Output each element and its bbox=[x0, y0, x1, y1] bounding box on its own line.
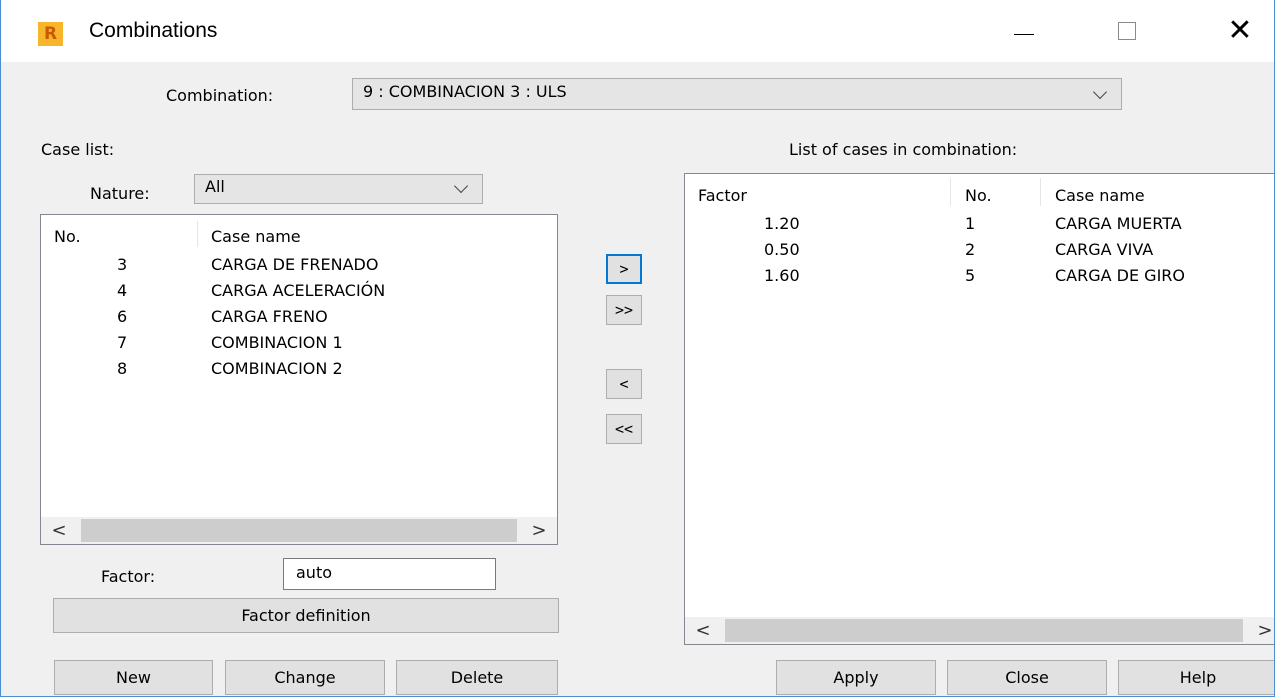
scroll-right-arrow[interactable]: > bbox=[1247, 617, 1274, 644]
chevron-down-icon bbox=[453, 178, 469, 194]
column-divider[interactable] bbox=[950, 178, 951, 206]
window-title: Combinations bbox=[89, 19, 218, 42]
case-list[interactable]: No. Case name 3 CARGA DE FRENADO 4 CARGA… bbox=[40, 214, 558, 545]
scroll-right-arrow[interactable]: > bbox=[521, 517, 557, 544]
apply-button[interactable]: Apply bbox=[776, 660, 936, 695]
close-window-button[interactable]: ✕ bbox=[1217, 10, 1263, 52]
column-header-case-name[interactable]: Case name bbox=[211, 227, 301, 246]
nature-dropdown[interactable]: All bbox=[194, 174, 483, 204]
combination-dropdown[interactable]: 9 : COMBINACION 3 : ULS bbox=[352, 78, 1122, 110]
maximize-button[interactable] bbox=[1104, 10, 1150, 52]
table-row-no[interactable]: 6 bbox=[117, 307, 127, 326]
combination-cases-title: List of cases in combination: bbox=[789, 140, 1018, 159]
help-button[interactable]: Help bbox=[1118, 660, 1274, 695]
table-row-no[interactable]: 4 bbox=[117, 281, 127, 300]
table-row-name[interactable]: CARGA DE GIRO bbox=[1055, 266, 1185, 285]
nature-selected-value: All bbox=[205, 177, 225, 196]
scroll-left-arrow[interactable]: < bbox=[685, 617, 721, 644]
column-header-factor[interactable]: Factor bbox=[698, 186, 747, 205]
table-row-name[interactable]: COMBINACION 2 bbox=[211, 359, 343, 378]
factor-input[interactable]: auto bbox=[283, 558, 496, 590]
close-icon: ✕ bbox=[1227, 13, 1253, 48]
case-list-title: Case list: bbox=[41, 140, 115, 159]
nature-label: Nature: bbox=[90, 184, 150, 203]
chevron-down-icon bbox=[1092, 84, 1108, 100]
factor-label: Factor: bbox=[101, 567, 156, 586]
table-row-name[interactable]: CARGA MUERTA bbox=[1055, 214, 1182, 233]
change-button[interactable]: Change bbox=[225, 660, 385, 695]
add-case-button[interactable]: > bbox=[606, 254, 642, 284]
table-row-factor[interactable]: 1.20 bbox=[764, 214, 800, 233]
table-row-no[interactable]: 7 bbox=[117, 333, 127, 352]
minimize-icon bbox=[1014, 33, 1034, 35]
scrollbar-thumb[interactable] bbox=[81, 519, 517, 542]
table-row-no[interactable]: 1 bbox=[965, 214, 975, 233]
table-row-factor[interactable]: 1.60 bbox=[764, 266, 800, 285]
column-divider[interactable] bbox=[197, 221, 198, 247]
remove-all-cases-button[interactable]: << bbox=[606, 414, 642, 444]
table-row-no[interactable]: 2 bbox=[965, 240, 975, 259]
table-row-no[interactable]: 3 bbox=[117, 255, 127, 274]
combination-cases-list[interactable]: Factor No. Case name 1.20 1 CARGA MUERTA… bbox=[684, 173, 1274, 645]
app-icon: R bbox=[38, 22, 63, 46]
maximize-icon bbox=[1118, 22, 1136, 40]
scroll-left-arrow[interactable]: < bbox=[41, 517, 77, 544]
close-button[interactable]: Close bbox=[947, 660, 1107, 695]
horizontal-scrollbar[interactable]: < > bbox=[41, 517, 557, 544]
table-row-name[interactable]: CARGA ACELERACIÓN bbox=[211, 281, 385, 300]
add-all-cases-button[interactable]: >> bbox=[606, 295, 642, 325]
minimize-button[interactable] bbox=[1001, 10, 1047, 52]
table-row-no[interactable]: 5 bbox=[965, 266, 975, 285]
delete-button[interactable]: Delete bbox=[396, 660, 558, 695]
table-row-factor[interactable]: 0.50 bbox=[764, 240, 800, 259]
factor-definition-button[interactable]: Factor definition bbox=[53, 598, 559, 633]
table-row-name[interactable]: COMBINACION 1 bbox=[211, 333, 343, 352]
factor-input-value: auto bbox=[296, 563, 333, 582]
combination-label: Combination: bbox=[166, 86, 274, 105]
column-divider[interactable] bbox=[1040, 178, 1041, 206]
combination-selected-value: 9 : COMBINACION 3 : ULS bbox=[363, 82, 567, 101]
table-row-name[interactable]: CARGA DE FRENADO bbox=[211, 255, 378, 274]
remove-case-button[interactable]: < bbox=[606, 369, 642, 399]
table-row-name[interactable]: CARGA FRENO bbox=[211, 307, 328, 326]
column-header-no[interactable]: No. bbox=[965, 186, 992, 205]
table-row-name[interactable]: CARGA VIVA bbox=[1055, 240, 1153, 259]
column-header-case-name[interactable]: Case name bbox=[1055, 186, 1145, 205]
new-button[interactable]: New bbox=[54, 660, 213, 695]
combinations-dialog: R Combinations ✕ Combination: 9 : COMBIN… bbox=[0, 0, 1275, 697]
horizontal-scrollbar[interactable]: < > bbox=[685, 617, 1274, 644]
column-header-no[interactable]: No. bbox=[54, 227, 81, 246]
title-bar: R Combinations ✕ bbox=[1, 0, 1274, 62]
scrollbar-thumb[interactable] bbox=[725, 619, 1243, 642]
table-row-no[interactable]: 8 bbox=[117, 359, 127, 378]
